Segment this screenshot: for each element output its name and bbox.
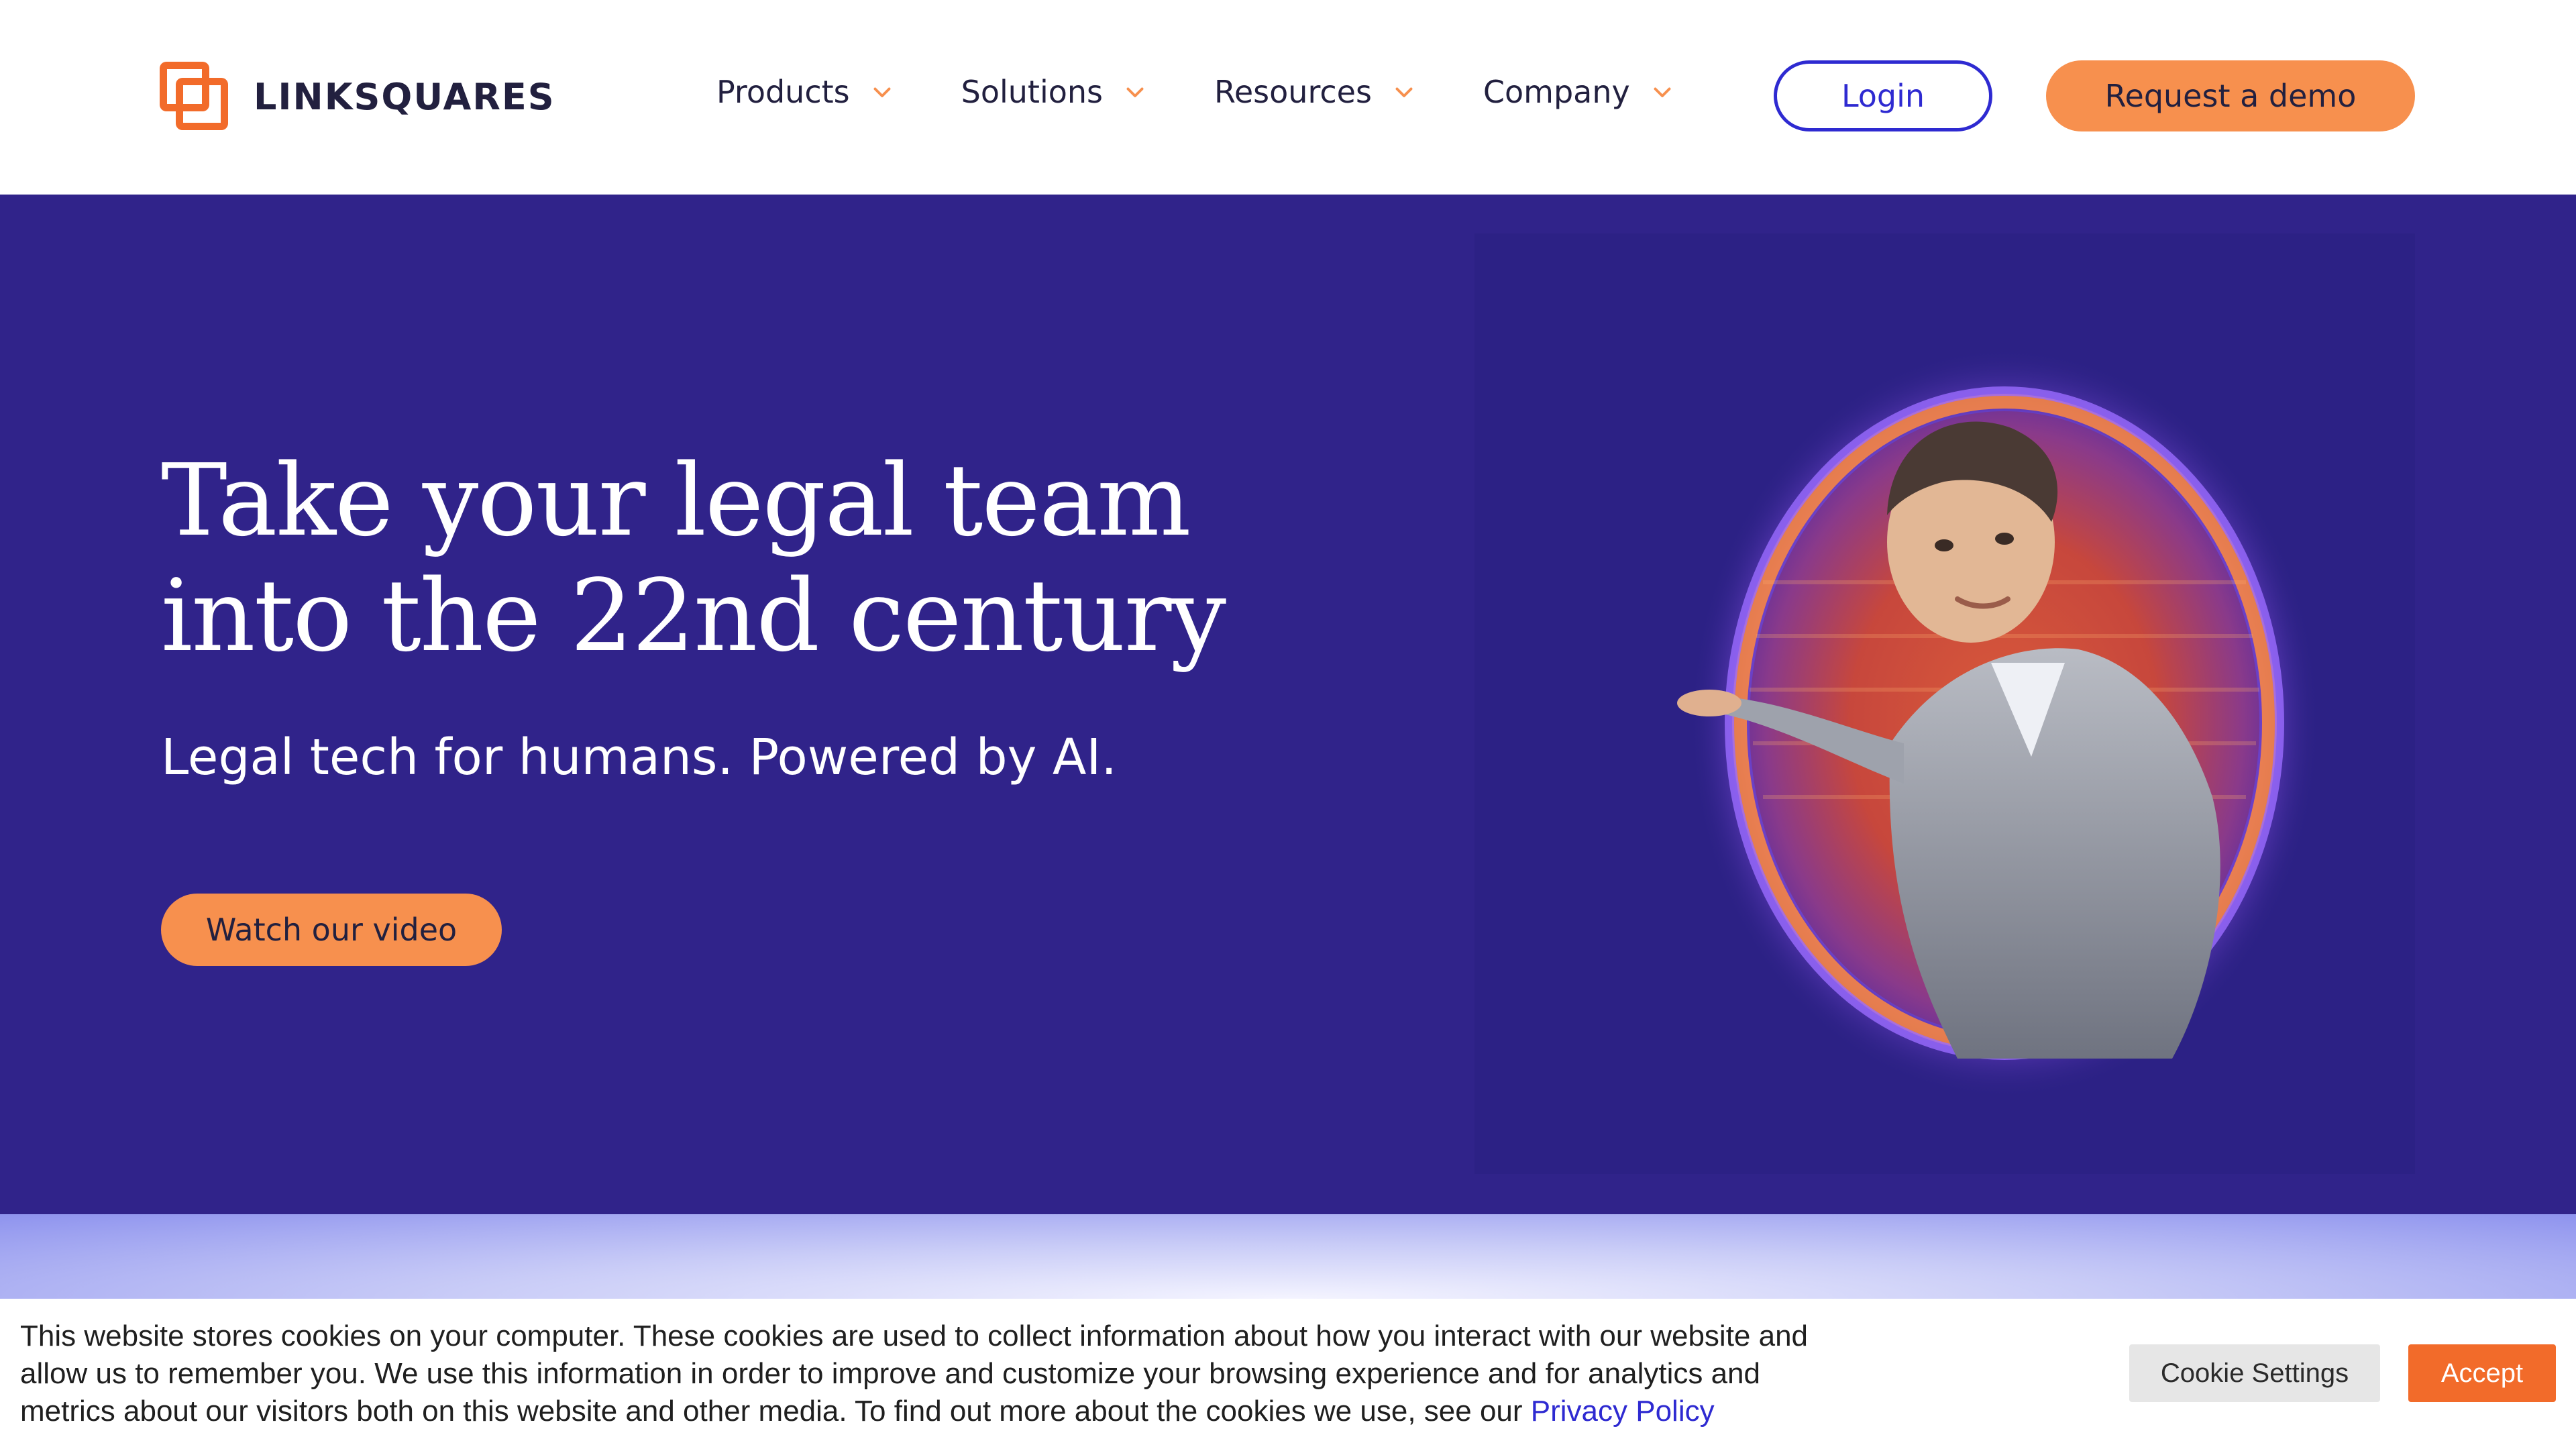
request-demo-button[interactable]: Request a demo: [2046, 60, 2415, 131]
nav-item-label: Solutions: [961, 74, 1103, 110]
brand-logo[interactable]: LINKSQUARES: [160, 62, 555, 131]
cookie-banner: This website stores cookies on your comp…: [0, 1299, 2576, 1449]
main-nav: Products Solutions Resources Company: [716, 74, 1741, 110]
nav-item-products[interactable]: Products: [716, 74, 894, 110]
login-button[interactable]: Login: [1774, 60, 1992, 131]
portal-illustration: [1677, 347, 2320, 1099]
man-in-glowing-portal-image: [1474, 233, 2415, 1174]
cookie-message: This website stores cookies on your comp…: [20, 1318, 1818, 1430]
chevron-down-icon: [1395, 87, 1413, 97]
hero-title-line: Take your legal team: [161, 443, 1191, 558]
nav-item-label: Products: [716, 74, 850, 110]
nav-item-company[interactable]: Company: [1483, 74, 1674, 110]
site-header: LINKSQUARES Products Solutions Resources…: [0, 0, 2576, 195]
cookie-settings-button[interactable]: Cookie Settings: [2129, 1344, 2380, 1402]
hero-subtitle: Legal tech for humans. Powered by AI.: [161, 729, 1117, 786]
accept-cookies-button[interactable]: Accept: [2408, 1344, 2556, 1402]
chevron-down-icon: [873, 87, 891, 97]
nav-item-label: Company: [1483, 74, 1630, 110]
hero-title-line: into the 22nd century: [161, 558, 1226, 674]
nav-item-solutions[interactable]: Solutions: [961, 74, 1147, 110]
nav-item-resources[interactable]: Resources: [1214, 74, 1416, 110]
privacy-policy-link[interactable]: Privacy Policy: [1531, 1395, 1715, 1428]
hero-title: Take your legal team into the 22nd centu…: [161, 443, 1301, 674]
linksquares-logo-icon: [160, 62, 229, 131]
watch-video-button[interactable]: Watch our video: [161, 894, 502, 966]
chevron-down-icon: [1126, 87, 1144, 97]
hero-section: Take your legal team into the 22nd centu…: [0, 195, 2576, 1214]
nav-item-label: Resources: [1214, 74, 1372, 110]
gradient-divider: [0, 1214, 2576, 1299]
brand-name: LINKSQUARES: [254, 75, 555, 118]
chevron-down-icon: [1654, 87, 1671, 97]
